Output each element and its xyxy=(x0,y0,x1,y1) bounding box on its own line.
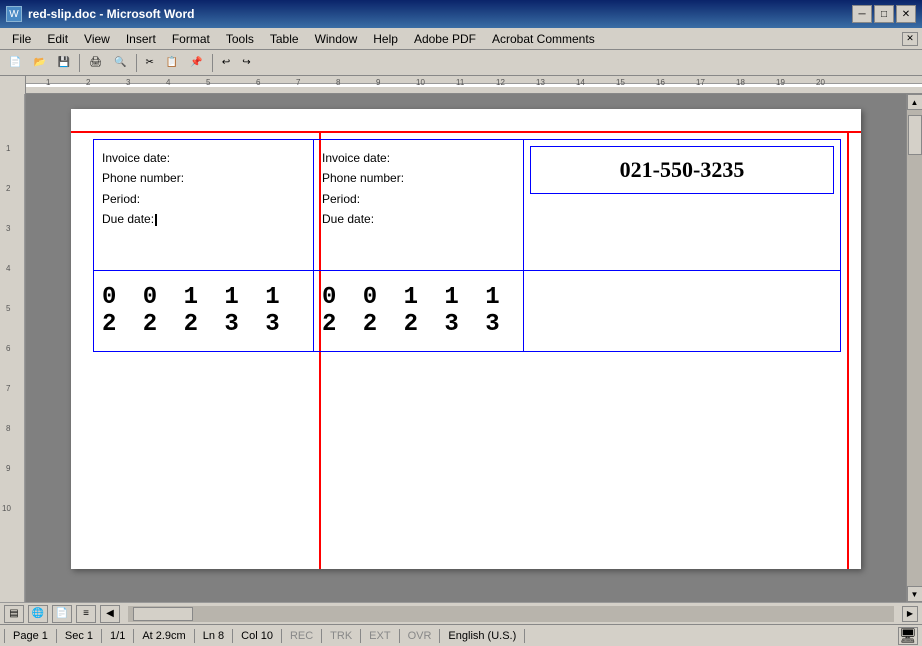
toolbar-btn-2[interactable]: 📂 xyxy=(28,55,50,70)
toolbar-sep-2 xyxy=(136,54,137,72)
minimize-button[interactable]: ─ xyxy=(852,5,872,23)
toolbar-btn-preview[interactable]: 🔍 xyxy=(109,55,131,70)
menu-close-button[interactable]: ✕ xyxy=(902,32,918,46)
horizontal-ruler: 1 2 3 4 5 6 7 8 9 10 11 12 13 14 15 16 1… xyxy=(26,76,922,93)
status-ovr: OVR xyxy=(400,629,441,643)
empty-right-cell xyxy=(524,271,840,351)
status-page-of: 1/1 xyxy=(102,629,134,643)
toolbar: 📄 📂 💾 🖨 🔍 ✂ 📋 📌 ↩ ↪ xyxy=(0,50,922,76)
invoice-date-label-right: Invoice date: xyxy=(322,148,515,168)
status-page: Page 1 xyxy=(4,629,57,643)
menu-help[interactable]: Help xyxy=(365,30,406,48)
scroll-down-button[interactable]: ▼ xyxy=(907,586,922,602)
document-content: Invoice date: Phone number: Period: Due … xyxy=(93,139,841,352)
view-outline-btn[interactable]: ≡ xyxy=(76,605,96,623)
status-at: At 2.9cm xyxy=(134,629,194,643)
phone-number-box: 021-550-3235 xyxy=(530,146,834,194)
vertical-scrollbar: ▲ ▼ xyxy=(906,94,922,602)
scroll-up-button[interactable]: ▲ xyxy=(907,94,922,110)
status-right: 🖥 xyxy=(898,627,918,645)
left-barcode-cell: 0 0 1 1 1 2 2 2 3 3 xyxy=(94,271,314,351)
vertical-ruler: 1 2 3 4 5 6 7 8 9 10 xyxy=(0,94,26,602)
status-bar: Page 1 Sec 1 1/1 At 2.9cm Ln 8 Col 10 RE… xyxy=(0,624,922,646)
ruler-area: 1 2 3 4 5 6 7 8 9 10 11 12 13 14 15 16 1… xyxy=(0,76,922,94)
phone-number-cell: 021-550-3235 xyxy=(524,140,840,270)
menu-tools[interactable]: Tools xyxy=(218,30,262,48)
toolbar-sep-1 xyxy=(79,54,80,72)
status-ln: Ln 8 xyxy=(195,629,233,643)
scroll-h-left-btn[interactable]: ◀ xyxy=(100,605,120,623)
menu-file[interactable]: File xyxy=(4,30,39,48)
toolbar-btn-1[interactable]: 📄 xyxy=(4,55,26,70)
period-label-left: Period: xyxy=(102,189,305,209)
menu-bar: File Edit View Insert Format Tools Table… xyxy=(0,28,922,50)
toolbar-sep-3 xyxy=(212,54,213,72)
phone-number: 021-550-3235 xyxy=(620,157,745,182)
scroll-thumb[interactable] xyxy=(908,115,922,155)
status-col: Col 10 xyxy=(233,629,282,643)
status-sec: Sec 1 xyxy=(57,629,102,643)
due-date-label-left: Due date: xyxy=(102,209,305,229)
right-barcode-cell: 0 0 1 1 1 2 2 2 3 3 xyxy=(314,271,524,351)
toolbar-btn-3[interactable]: 💾 xyxy=(53,55,75,70)
close-button[interactable]: ✕ xyxy=(896,5,916,23)
document-page: Invoice date: Phone number: Period: Due … xyxy=(71,109,861,569)
period-label-right: Period: xyxy=(322,189,515,209)
status-lang: English (U.S.) xyxy=(440,629,525,643)
status-trk: TRK xyxy=(322,629,361,643)
window-title: red-slip.doc - Microsoft Word xyxy=(28,7,194,21)
top-row: Invoice date: Phone number: Period: Due … xyxy=(93,139,841,271)
red-right-line xyxy=(847,131,849,569)
main-area: 1 2 3 4 5 6 7 8 9 10 Invoi xyxy=(0,94,922,602)
ruler-corner xyxy=(0,76,26,94)
barcode-left: 0 0 1 1 1 2 2 2 3 3 xyxy=(102,284,305,338)
toolbar-btn-undo[interactable]: ↩ xyxy=(217,55,235,70)
toolbar-btn-paste[interactable]: 📌 xyxy=(185,55,207,70)
scroll-h-thumb[interactable] xyxy=(133,607,193,621)
view-normal-btn[interactable]: ▤ xyxy=(4,605,24,623)
toolbar-btn-print[interactable]: 🖨 xyxy=(84,55,107,70)
status-icon[interactable]: 🖥 xyxy=(898,627,918,645)
menu-adobe[interactable]: Adobe PDF xyxy=(406,30,484,48)
scroll-track[interactable] xyxy=(907,110,922,586)
status-rec: REC xyxy=(282,629,322,643)
phone-number-label-left: Phone number: xyxy=(102,168,305,188)
status-ext: EXT xyxy=(361,629,399,643)
toolbar-btn-copy[interactable]: 📋 xyxy=(161,55,183,70)
app-icon: W xyxy=(6,6,22,22)
toolbar-btn-cut[interactable]: ✂ xyxy=(141,55,159,70)
menu-window[interactable]: Window xyxy=(307,30,366,48)
horizontal-scrollbar[interactable] xyxy=(128,606,894,622)
invoice-date-label-left: Invoice date: xyxy=(102,148,305,168)
bottom-toolbar: ▤ 🌐 📄 ≡ ◀ ▶ xyxy=(0,602,922,624)
view-print-btn[interactable]: 📄 xyxy=(52,605,72,623)
bottom-row: 0 0 1 1 1 2 2 2 3 3 0 0 1 1 1 2 2 2 3 3 xyxy=(93,271,841,352)
menu-format[interactable]: Format xyxy=(164,30,218,48)
menu-table[interactable]: Table xyxy=(262,30,307,48)
menu-insert[interactable]: Insert xyxy=(118,30,164,48)
scroll-h-right-btn[interactable]: ▶ xyxy=(902,606,918,622)
middle-info-cell: Invoice date: Phone number: Period: Due … xyxy=(314,140,524,270)
menu-acrobat[interactable]: Acrobat Comments xyxy=(484,30,603,48)
menu-view[interactable]: View xyxy=(76,30,118,48)
red-top-line xyxy=(71,131,861,133)
window-controls: ─ □ ✕ xyxy=(852,5,916,23)
barcode-right: 0 0 1 1 1 2 2 2 3 3 xyxy=(322,284,515,338)
due-date-label-right: Due date: xyxy=(322,209,515,229)
document-area: Invoice date: Phone number: Period: Due … xyxy=(26,94,906,602)
maximize-button[interactable]: □ xyxy=(874,5,894,23)
toolbar-btn-redo[interactable]: ↪ xyxy=(237,55,255,70)
left-info-cell: Invoice date: Phone number: Period: Due … xyxy=(94,140,314,270)
menu-edit[interactable]: Edit xyxy=(39,30,76,48)
view-web-btn[interactable]: 🌐 xyxy=(28,605,48,623)
phone-number-label-right: Phone number: xyxy=(322,168,515,188)
title-bar: W red-slip.doc - Microsoft Word ─ □ ✕ xyxy=(0,0,922,28)
